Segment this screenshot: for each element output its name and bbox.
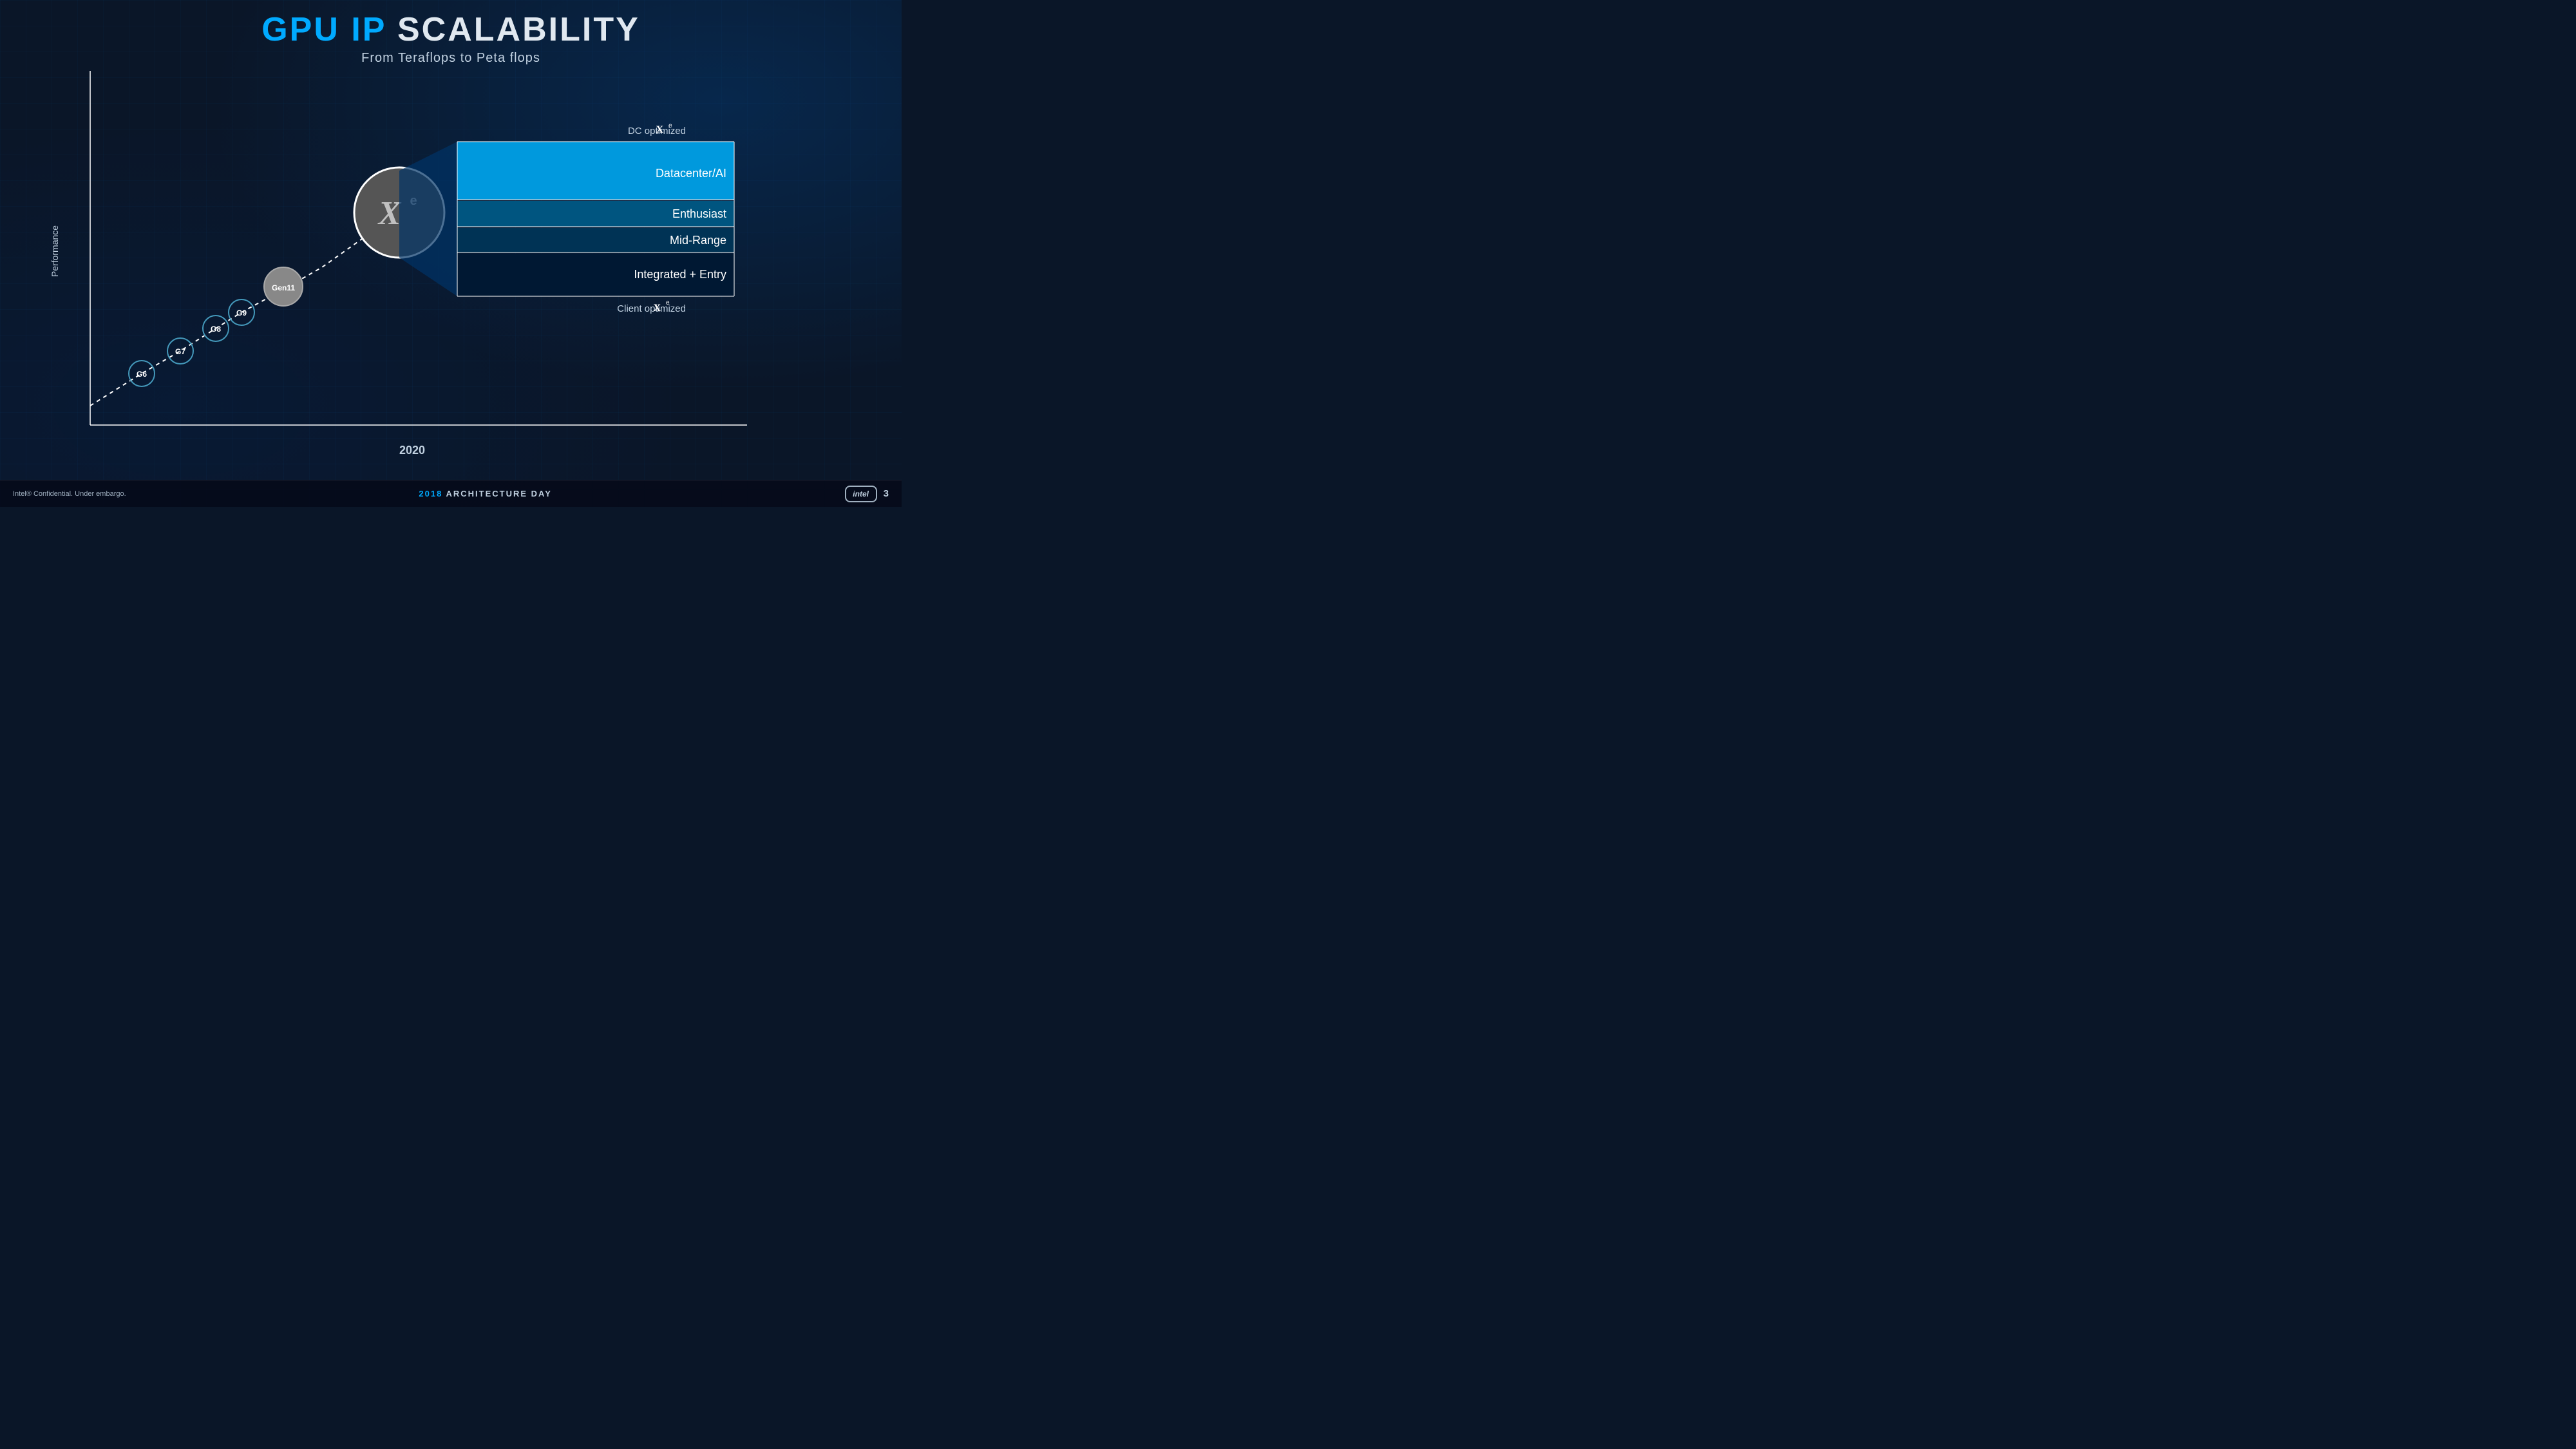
gen-g8-label: G8 (211, 325, 221, 334)
tier-integrated-label: Integrated + Entry (634, 268, 726, 281)
title-scalability: SCALABILITY (397, 11, 640, 48)
client-xe-label: X (653, 303, 661, 314)
footer-event-year: 2018 (419, 489, 442, 498)
gen11-label: Gen11 (272, 283, 295, 292)
client-xe-super: e (666, 299, 670, 307)
tier-midrange-label: Mid-Range (670, 234, 726, 247)
footer-event: 2018 ARCHITECTURE DAY (419, 489, 551, 498)
header: GPU IP SCALABILITY From Teraflops to Pet… (0, 0, 902, 66)
footer-event-name: ARCHITECTURE DAY (446, 489, 551, 498)
title-gpu: GPU IP (261, 11, 386, 48)
connector-shape (399, 142, 457, 296)
main-content: GPU IP SCALABILITY From Teraflops to Pet… (0, 0, 902, 507)
footer-confidential: Intel® Confidential. Under embargo. (13, 490, 126, 498)
footer-right: intel 3 (845, 486, 889, 502)
tier-enthusiast-label: Enthusiast (672, 207, 726, 220)
xe-label: X (377, 195, 402, 232)
intel-logo: intel (845, 486, 877, 502)
year-label: 2020 (399, 444, 425, 457)
dc-xe-super: e (668, 122, 672, 129)
client-optimized-label: Client optimized (617, 303, 686, 314)
y-axis-label: Performance (50, 225, 60, 277)
page-number: 3 (884, 488, 889, 499)
footer: Intel® Confidential. Under embargo. 2018… (0, 480, 902, 507)
tier-datacenter-label: Datacenter/AI (656, 167, 726, 180)
gen-g7-label: G7 (175, 347, 185, 356)
gen-g6-label: G6 (137, 370, 147, 379)
main-title: GPU IP SCALABILITY (0, 12, 902, 48)
chart-svg: Performance G6 G7 G8 G9 Gen11 X e Datace… (39, 58, 902, 483)
dc-xe-label: X (656, 124, 663, 135)
gen-g9-label: G9 (236, 308, 247, 317)
